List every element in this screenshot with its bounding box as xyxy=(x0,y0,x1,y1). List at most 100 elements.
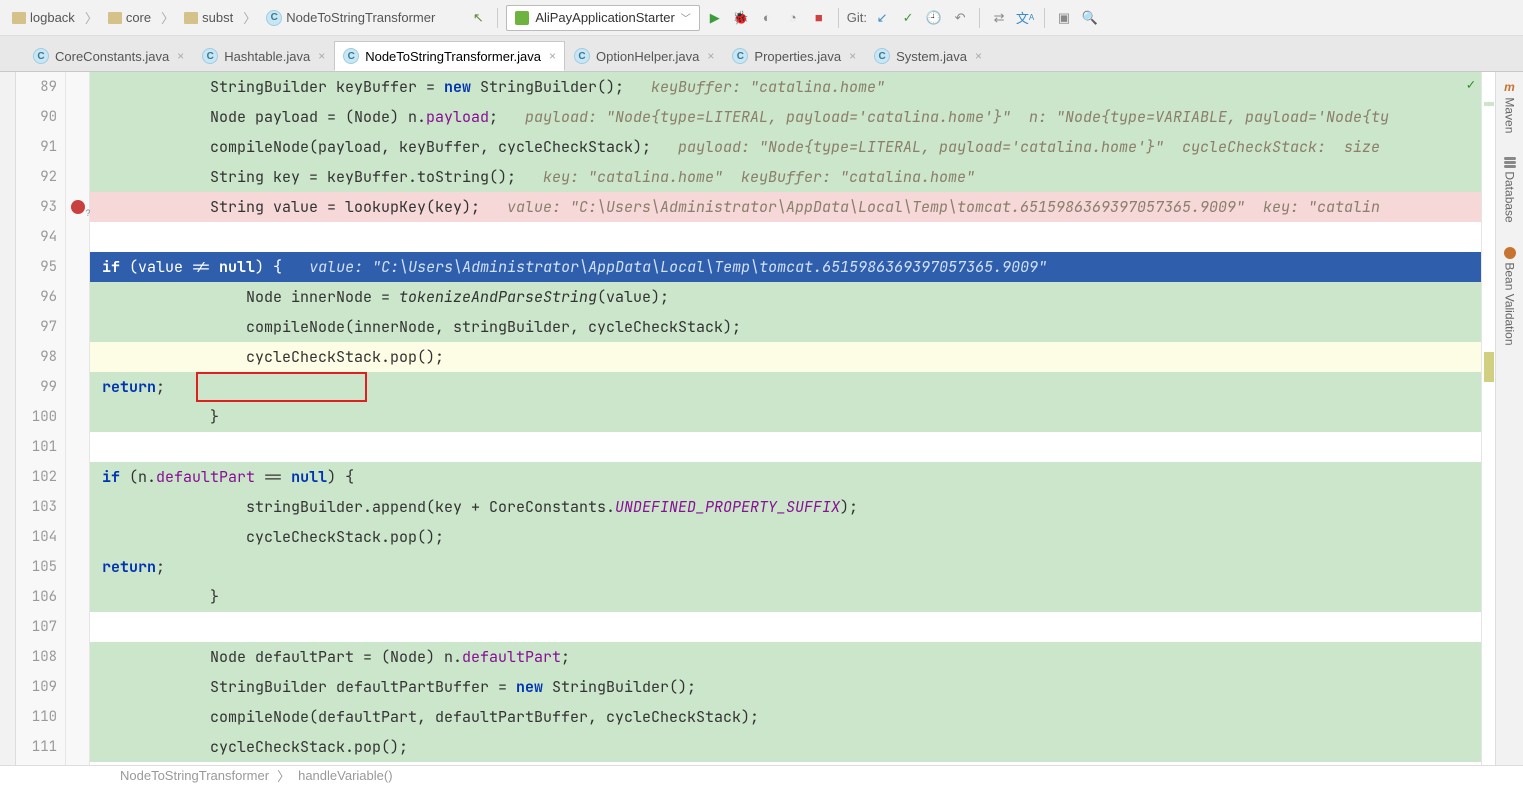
git-rollback-icon[interactable]: ↶ xyxy=(949,7,971,29)
git-update-icon[interactable]: ↙ xyxy=(871,7,893,29)
code-line[interactable]: StringBuilder keyBuffer = new StringBuil… xyxy=(90,72,1481,102)
code-line[interactable]: Node innerNode = tokenizeAndParseString(… xyxy=(90,282,1481,312)
debug-icon[interactable]: 🐞 xyxy=(730,7,752,29)
status-method[interactable]: handleVariable() xyxy=(298,768,392,783)
line-number[interactable]: 92 xyxy=(16,162,57,192)
git-history-icon[interactable]: 🕘 xyxy=(923,7,945,29)
bean-validation-tool[interactable]: Bean Validation xyxy=(1503,243,1517,350)
profile-icon[interactable]: ◔ xyxy=(782,7,804,29)
gutter-icon-slot[interactable] xyxy=(66,612,89,642)
line-number[interactable]: 105 xyxy=(16,552,57,582)
gutter-icon-slot[interactable] xyxy=(66,402,89,432)
gutter-icon-slot[interactable] xyxy=(66,642,89,672)
code-line[interactable]: return; xyxy=(90,552,1481,582)
gutter-icon-slot[interactable] xyxy=(66,312,89,342)
run-icon[interactable]: ▶ xyxy=(704,7,726,29)
breadcrumb-core[interactable]: core xyxy=(104,8,155,27)
close-icon[interactable]: × xyxy=(847,49,856,63)
code-line[interactable] xyxy=(90,222,1481,252)
line-number[interactable]: 109 xyxy=(16,672,57,702)
code-line[interactable]: stringBuilder.append(key + CoreConstants… xyxy=(90,492,1481,522)
breadcrumb-subst[interactable]: subst xyxy=(180,8,237,27)
code-line[interactable]: StringBuilder defaultPartBuffer = new St… xyxy=(90,672,1481,702)
line-number[interactable]: 90 xyxy=(16,102,57,132)
gutter-icon-slot[interactable] xyxy=(66,72,89,102)
presentation-icon[interactable]: ▣ xyxy=(1053,7,1075,29)
line-number[interactable]: 94 xyxy=(16,222,57,252)
line-number[interactable]: 91 xyxy=(16,132,57,162)
gutter-icon-slot[interactable] xyxy=(66,342,89,372)
tab-properties[interactable]: C Properties.java × xyxy=(723,41,865,71)
line-number[interactable]: 101 xyxy=(16,432,57,462)
gutter-icon-slot[interactable] xyxy=(66,432,89,462)
code-line[interactable]: Node defaultPart = (Node) n.defaultPart; xyxy=(90,642,1481,672)
line-number[interactable]: 95 xyxy=(16,252,57,282)
code-line[interactable]: String key = keyBuffer.toString(); key: … xyxy=(90,162,1481,192)
tab-nodetostring[interactable]: C NodeToStringTransformer.java × xyxy=(334,41,565,71)
tab-hashtable[interactable]: C Hashtable.java × xyxy=(193,41,334,71)
gutter-icon-slot[interactable] xyxy=(66,102,89,132)
line-number[interactable]: 108 xyxy=(16,642,57,672)
gutter-icon-slot[interactable] xyxy=(66,222,89,252)
close-icon[interactable]: × xyxy=(175,49,184,63)
breadcrumb-class[interactable]: C NodeToStringTransformer xyxy=(262,8,439,28)
tab-coreconstants[interactable]: C CoreConstants.java × xyxy=(24,41,193,71)
line-number[interactable]: 96 xyxy=(16,282,57,312)
close-icon[interactable]: × xyxy=(316,49,325,63)
left-tool-strip[interactable] xyxy=(0,72,16,765)
line-number[interactable]: 110 xyxy=(16,702,57,732)
code-editor[interactable]: ✓ StringBuilder keyBuffer = new StringBu… xyxy=(90,72,1481,765)
code-line[interactable]: compileNode(payload, keyBuffer, cycleChe… xyxy=(90,132,1481,162)
line-number[interactable]: 89 xyxy=(16,72,57,102)
line-number[interactable]: 97 xyxy=(16,312,57,342)
code-line[interactable] xyxy=(90,432,1481,462)
gutter-icon-slot[interactable]: ? xyxy=(66,192,89,222)
status-context[interactable]: NodeToStringTransformer xyxy=(120,768,269,783)
code-line[interactable]: } xyxy=(90,402,1481,432)
gutter-icon-slot[interactable] xyxy=(66,492,89,522)
gutter-icon-slot[interactable] xyxy=(66,732,89,762)
stop-icon[interactable]: ■ xyxy=(808,7,830,29)
coverage-icon[interactable]: ◐ xyxy=(756,7,778,29)
line-number[interactable]: 102 xyxy=(16,462,57,492)
translate-icon[interactable]: 文A xyxy=(1014,7,1036,29)
inspection-ok-icon[interactable]: ✓ xyxy=(1467,76,1475,94)
marker-strip[interactable] xyxy=(1481,72,1495,765)
gutter-icon-slot[interactable] xyxy=(66,672,89,702)
run-config-selector[interactable]: AliPayApplicationStarter ﹀ xyxy=(506,5,699,31)
breadcrumb-logback[interactable]: logback xyxy=(8,8,79,27)
database-tool[interactable]: Database xyxy=(1503,153,1517,227)
code-line[interactable]: cycleCheckStack.pop(); xyxy=(90,342,1481,372)
gutter-icon-slot[interactable] xyxy=(66,162,89,192)
close-icon[interactable]: × xyxy=(705,49,714,63)
build-icon[interactable]: ↖ xyxy=(467,7,489,29)
tab-system[interactable]: C System.java × xyxy=(865,41,991,71)
line-number[interactable]: 100 xyxy=(16,402,57,432)
line-number[interactable]: 98 xyxy=(16,342,57,372)
line-number[interactable]: 107 xyxy=(16,612,57,642)
tab-optionhelper[interactable]: C OptionHelper.java × xyxy=(565,41,723,71)
line-number[interactable]: 93 xyxy=(16,192,57,222)
line-number[interactable]: 106 xyxy=(16,582,57,612)
gutter-icon-slot[interactable] xyxy=(66,372,89,402)
line-number[interactable]: 111 xyxy=(16,732,57,762)
code-line[interactable]: cycleCheckStack.pop(); xyxy=(90,522,1481,552)
gutter-icon-slot[interactable] xyxy=(66,282,89,312)
gutter-icon-slot[interactable] xyxy=(66,252,89,282)
gutter-icon-slot[interactable] xyxy=(66,132,89,162)
code-line[interactable]: if (n.defaultPart == null) { xyxy=(90,462,1481,492)
close-icon[interactable]: × xyxy=(973,49,982,63)
line-number[interactable]: 103 xyxy=(16,492,57,522)
gutter-icon-slot[interactable] xyxy=(66,582,89,612)
line-number[interactable]: 99 xyxy=(16,372,57,402)
line-number[interactable]: 104 xyxy=(16,522,57,552)
breakpoint-icon[interactable]: ? xyxy=(71,200,85,214)
gutter-icon-slot[interactable] xyxy=(66,462,89,492)
git-commit-icon[interactable]: ✓ xyxy=(897,7,919,29)
code-line[interactable]: cycleCheckStack.pop(); xyxy=(90,732,1481,762)
gutter-icon-slot[interactable] xyxy=(66,702,89,732)
gutter-icon-slot[interactable] xyxy=(66,522,89,552)
maven-tool[interactable]: m Maven xyxy=(1503,76,1517,137)
code-line[interactable]: compileNode(defaultPart, defaultPartBuff… xyxy=(90,702,1481,732)
code-line[interactable]: compileNode(innerNode, stringBuilder, cy… xyxy=(90,312,1481,342)
